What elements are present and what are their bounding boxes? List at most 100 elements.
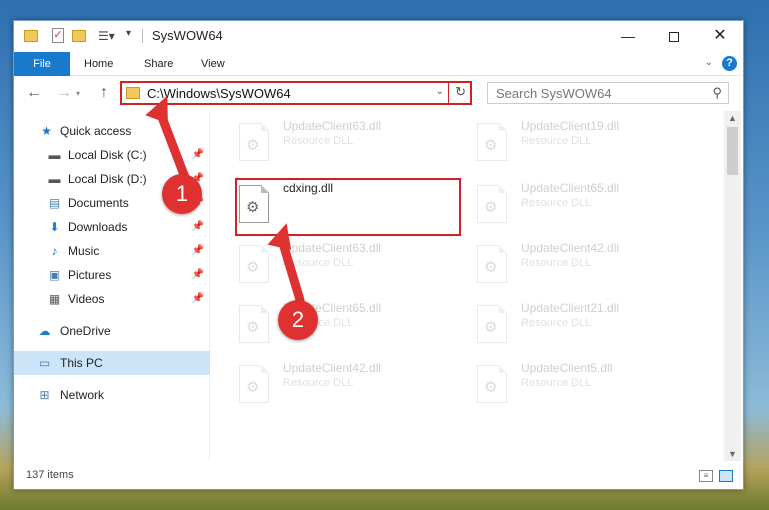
file-type: Resource DLL <box>521 317 592 329</box>
sidebar-item-downloads[interactable]: ⬇ Downloads 📌 <box>14 215 210 239</box>
sidebar-item-onedrive[interactable]: ☁ OneDrive <box>14 319 210 343</box>
gear-icon: ⚙ <box>484 199 498 216</box>
dll-file-icon: ⚙ <box>477 365 507 403</box>
pin-icon[interactable]: 📌 <box>192 239 204 263</box>
title-separator <box>142 29 143 43</box>
properties-check-icon[interactable]: ✓ <box>52 28 64 43</box>
file-tile[interactable]: ⚙ UpdateClient21.dll Resource DLL <box>449 299 679 355</box>
file-tile[interactable]: ⚙ UpdateClient42.dll Resource DLL <box>211 359 441 415</box>
forward-arrow-icon[interactable]: → <box>56 84 72 102</box>
sidebar-item-label: Downloads <box>68 220 128 234</box>
file-list: ⚙ UpdateClient63.dll Resource DLL ⚙ Upda… <box>211 111 723 461</box>
close-button[interactable]: ✕ <box>697 21 743 51</box>
scroll-thumb[interactable] <box>727 127 738 175</box>
help-icon[interactable]: ? <box>722 56 737 71</box>
search-input[interactable]: Search SysWOW64 ⚲ <box>487 82 729 104</box>
dll-file-icon: ⚙ <box>477 123 507 161</box>
file-name: UpdateClient63.dll <box>283 241 382 255</box>
refresh-icon[interactable]: ↻ <box>455 84 466 100</box>
step-1-badge: 1 <box>162 174 202 214</box>
maximize-button[interactable] <box>651 21 697 51</box>
sidebar-item-label: Local Disk (C:) <box>68 148 147 162</box>
new-folder-icon[interactable] <box>72 30 86 42</box>
file-tile[interactable]: ⚙ UpdateClient65.dll Resource DLL <box>449 179 679 235</box>
sidebar-item-label: Local Disk (D:) <box>68 172 147 186</box>
navigation-pane: ★ Quick access ▬ Local Disk (C:) 📌 ▬ Loc… <box>14 111 210 461</box>
file-type: Resource DLL <box>283 377 354 389</box>
address-bar[interactable]: C:\Windows\SysWOW64 ⌄ ↻ <box>120 81 472 105</box>
file-highlight-box <box>235 178 461 236</box>
file-name: UpdateClient19.dll <box>521 119 620 133</box>
pin-icon[interactable]: 📌 <box>192 263 204 287</box>
minimize-button[interactable]: — <box>605 21 651 51</box>
file-tile[interactable]: ⚙ UpdateClient65.dll Resource DLL <box>211 299 441 355</box>
back-arrow-icon[interactable]: ← <box>26 84 42 102</box>
sidebar-item-quick-access[interactable]: ★ Quick access <box>14 119 210 143</box>
file-tile[interactable]: ⚙ UpdateClient42.dll Resource DLL <box>449 239 679 295</box>
file-type: Resource DLL <box>521 377 592 389</box>
gear-icon: ⚙ <box>246 137 260 154</box>
star-icon: ★ <box>41 124 52 138</box>
tab-file[interactable]: File <box>14 52 70 76</box>
sidebar-item-label: Documents <box>68 196 129 210</box>
dll-file-icon: ⚙ <box>477 185 507 223</box>
sidebar-item-network[interactable]: ⊞ Network <box>14 383 210 407</box>
scroll-down-icon[interactable]: ▼ <box>728 449 737 459</box>
customize-toolbar-icon[interactable]: ▾ <box>126 28 131 39</box>
dll-file-icon: ⚙ <box>239 123 269 161</box>
sidebar-item-label: Pictures <box>68 268 112 282</box>
file-tile[interactable]: ⚙ UpdateClient19.dll Resource DLL <box>449 117 679 173</box>
file-tile[interactable]: ⚙ UpdateClient5.dll Resource DLL <box>449 359 679 415</box>
gear-icon: ⚙ <box>484 319 498 336</box>
ribbon-tabs: File Home Share View ⌄ ? <box>14 52 743 76</box>
sidebar-item-videos[interactable]: ▦ Videos 📌 <box>14 287 210 311</box>
sidebar-item-label: Quick access <box>60 124 132 138</box>
tab-view[interactable]: View <box>201 52 225 76</box>
pin-icon[interactable]: 📌 <box>192 215 204 239</box>
file-tile[interactable]: ⚙ UpdateClient63.dll Resource DLL <box>211 239 441 295</box>
download-icon: ⬇ <box>49 220 60 234</box>
view-options-icon[interactable]: ☰▾ <box>98 29 115 43</box>
file-type: Resource DLL <box>283 135 354 147</box>
status-bar: 137 items ≡ <box>14 463 743 489</box>
tab-share[interactable]: Share <box>144 52 173 76</box>
documents-icon: ▤ <box>48 196 61 210</box>
scroll-up-icon[interactable]: ▲ <box>728 113 737 123</box>
sidebar-item-label: This PC <box>60 356 103 370</box>
dll-file-icon: ⚙ <box>239 365 269 403</box>
vertical-scrollbar[interactable]: ▲ ▼ <box>724 111 741 461</box>
cloud-icon: ☁ <box>38 324 51 338</box>
gear-icon: ⚙ <box>246 319 260 336</box>
tab-home[interactable]: Home <box>84 52 113 76</box>
search-icon[interactable]: ⚲ <box>712 85 722 101</box>
file-name: UpdateClient5.dll <box>521 361 613 375</box>
expand-ribbon-icon[interactable]: ⌄ <box>705 57 713 68</box>
drive-icon: ▬ <box>48 172 61 186</box>
recent-locations-icon[interactable]: ▾ <box>76 89 80 98</box>
pin-icon[interactable]: 📌 <box>192 287 204 311</box>
sidebar-item-this-pc[interactable]: ▭ This PC <box>14 351 210 375</box>
sidebar-item-local-disk-c[interactable]: ▬ Local Disk (C:) 📌 <box>14 143 210 167</box>
file-name: UpdateClient42.dll <box>283 361 382 375</box>
file-tile[interactable]: ⚙ UpdateClient63.dll Resource DLL <box>211 117 441 173</box>
network-icon: ⊞ <box>39 388 50 402</box>
large-icons-view-icon[interactable] <box>719 470 733 482</box>
pin-icon[interactable]: 📌 <box>192 143 204 167</box>
file-name: UpdateClient21.dll <box>521 301 620 315</box>
file-name: UpdateClient65.dll <box>521 181 620 195</box>
folder-icon <box>24 30 38 42</box>
dll-file-icon: ⚙ <box>477 245 507 283</box>
dll-file-icon: ⚙ <box>239 305 269 343</box>
sidebar-item-pictures[interactable]: ▣ Pictures 📌 <box>14 263 210 287</box>
address-path[interactable]: C:\Windows\SysWOW64 <box>147 86 291 101</box>
sidebar-item-label: OneDrive <box>60 324 111 338</box>
pictures-icon: ▣ <box>48 268 61 282</box>
up-arrow-icon[interactable]: ↑ <box>100 84 108 102</box>
sidebar-item-label: Network <box>60 388 105 402</box>
folder-icon <box>126 87 140 99</box>
music-icon: ♪ <box>51 244 58 258</box>
chevron-down-icon[interactable]: ⌄ <box>436 86 444 97</box>
navigation-bar: ← → ▾ ↑ C:\Windows\SysWOW64 ⌄ ↻ Search S… <box>14 77 743 109</box>
sidebar-item-music[interactable]: ♪ Music 📌 <box>14 239 210 263</box>
details-view-icon[interactable]: ≡ <box>699 470 713 482</box>
